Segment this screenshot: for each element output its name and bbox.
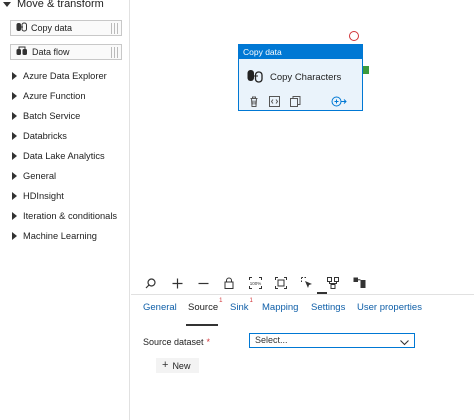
search-icon[interactable] (143, 276, 157, 290)
tab-mapping[interactable]: Mapping (262, 302, 298, 313)
source-dataset-label: Source dataset * (143, 337, 210, 347)
properties-tabs: General Source1 Sink1 Mapping Settings U… (131, 298, 474, 326)
lock-icon[interactable] (222, 276, 236, 290)
select-value: Select... (255, 335, 288, 345)
zoom-100-icon[interactable]: 100% (248, 276, 262, 290)
zoom-out-icon[interactable] (196, 276, 210, 290)
category-label: Databricks (23, 131, 67, 141)
category-label: Move & transform (17, 0, 104, 10)
clone-icon[interactable] (290, 96, 301, 110)
success-output-handle[interactable] (363, 66, 369, 74)
chevron-right-icon (12, 192, 17, 200)
add-output-arrow-icon[interactable] (331, 96, 347, 110)
category-item[interactable]: Azure Function (12, 89, 86, 103)
category-label: General (23, 171, 57, 181)
node-type-label: Copy data (239, 45, 362, 59)
category-label: Azure Function (23, 91, 86, 101)
activity-label: Copy data (31, 23, 73, 33)
chevron-right-icon (12, 72, 17, 80)
copy-data-icon (16, 22, 27, 35)
category-item[interactable]: Machine Learning (12, 229, 97, 243)
category-move-transform[interactable]: Move & transform (3, 0, 104, 11)
activity-label: Data flow (32, 47, 70, 57)
zoom-100-label: 100% (249, 281, 261, 286)
category-label: Batch Service (23, 111, 81, 121)
category-item[interactable]: General (12, 169, 56, 183)
chevron-down-icon (3, 1, 11, 7)
category-item[interactable]: Data Lake Analytics (12, 149, 105, 163)
required-mark: * (206, 337, 211, 347)
error-count-badge: 1 (219, 298, 223, 304)
tab-source[interactable]: Source1 (188, 298, 222, 314)
button-label: New (172, 360, 191, 371)
pipeline-editor: Move & transform Copy data Data flow Azu… (0, 0, 474, 420)
tab-settings[interactable]: Settings (311, 302, 345, 313)
chevron-down-icon (400, 337, 409, 350)
category-label: Machine Learning (23, 231, 97, 241)
category-item[interactable]: Databricks (12, 129, 67, 143)
error-count-badge: 1 (249, 298, 253, 304)
activity-copy-data[interactable]: Copy data (10, 20, 122, 36)
plus-icon: + (162, 359, 169, 371)
category-item[interactable]: HDInsight (12, 189, 64, 203)
auto-align-icon[interactable] (326, 276, 340, 290)
field-label: Source dataset (143, 337, 204, 347)
drag-handle-icon[interactable] (111, 23, 118, 34)
fit-to-screen-icon[interactable] (274, 276, 288, 290)
new-dataset-button[interactable]: + New (156, 358, 199, 373)
activities-panel: Move & transform Copy data Data flow Azu… (0, 0, 130, 420)
category-item[interactable]: Azure Data Explorer (12, 69, 107, 83)
node-actions (249, 96, 347, 110)
active-tab-underline (186, 324, 218, 326)
category-label: Iteration & conditionals (23, 211, 118, 221)
category-item[interactable]: Iteration & conditionals (12, 209, 117, 223)
tab-sink[interactable]: Sink1 (230, 298, 253, 314)
select-icon[interactable] (300, 276, 314, 290)
drag-handle-icon[interactable] (111, 47, 118, 58)
category-label: Azure Data Explorer (23, 71, 107, 81)
tab-label: Source (188, 302, 219, 314)
tab-label: Sink (230, 302, 249, 314)
chevron-right-icon (12, 232, 17, 240)
copy-data-icon (247, 69, 263, 86)
chevron-right-icon (12, 172, 17, 180)
pipeline-canvas[interactable]: Copy data Copy Characters (131, 0, 474, 270)
layout-icon[interactable] (352, 276, 366, 290)
zoom-in-icon[interactable] (170, 276, 184, 290)
tab-general[interactable]: General (143, 302, 177, 313)
copy-activity-node[interactable]: Copy data Copy Characters (238, 44, 363, 111)
tab-user-properties[interactable]: User properties (357, 302, 422, 313)
chevron-right-icon (12, 212, 17, 220)
node-name: Copy Characters (270, 72, 342, 83)
chevron-right-icon (12, 112, 17, 120)
tab-label: General (143, 302, 177, 313)
delete-icon[interactable] (249, 96, 259, 110)
code-icon[interactable] (269, 96, 280, 110)
category-label: HDInsight (23, 191, 64, 201)
tab-label: User properties (357, 302, 422, 313)
activity-data-flow[interactable]: Data flow (10, 44, 122, 60)
chevron-right-icon (12, 132, 17, 140)
source-dataset-select[interactable]: Select... (249, 333, 415, 348)
category-label: Data Lake Analytics (23, 151, 105, 161)
data-flow-icon (16, 46, 28, 59)
chevron-right-icon (12, 92, 17, 100)
properties-pane: General Source1 Sink1 Mapping Settings U… (131, 294, 474, 420)
tab-label: Settings (311, 302, 346, 313)
category-item[interactable]: Batch Service (12, 109, 80, 123)
canvas-toolbar: 100% (131, 272, 474, 294)
error-indicator-icon[interactable] (349, 31, 359, 41)
chevron-right-icon (12, 152, 17, 160)
tab-label: Mapping (262, 302, 299, 313)
